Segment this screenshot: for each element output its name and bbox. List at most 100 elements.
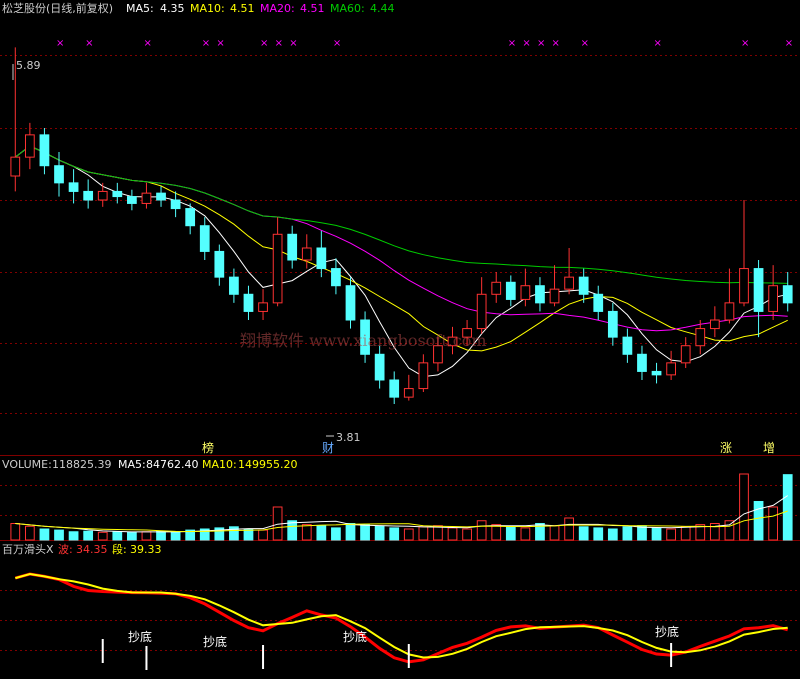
marker-cai: 财 xyxy=(322,441,334,455)
ma20-label: MA20: xyxy=(260,2,295,15)
candle-body xyxy=(578,276,589,295)
candle-body xyxy=(185,208,196,227)
candle-body xyxy=(651,370,662,376)
top-marker: × xyxy=(581,38,589,49)
volume-bar xyxy=(10,523,21,541)
candle-body xyxy=(403,388,414,398)
candle-body xyxy=(127,196,137,204)
volume-bar xyxy=(564,517,574,541)
candle-body xyxy=(374,353,385,381)
candle-body xyxy=(680,345,691,364)
ma5-label: MA5: xyxy=(126,2,154,15)
volume-bar xyxy=(258,529,268,541)
candle-body xyxy=(753,268,764,312)
candle-body xyxy=(39,134,50,167)
candle-body xyxy=(97,190,108,201)
volume-bar xyxy=(593,527,604,541)
indicator-lines xyxy=(14,572,789,670)
top-marker: × xyxy=(216,38,224,49)
stock-chart[interactable]: × × × × × × × × × × × × × × × × × 翔博软件 www.xiangbosoft.c… xyxy=(0,0,800,679)
candle-body xyxy=(549,288,560,304)
volume-ma5-value: 84762.40 xyxy=(146,458,199,471)
segment-value: 39.33 xyxy=(130,543,162,556)
candle-body xyxy=(695,328,706,347)
volume-bar xyxy=(680,526,691,541)
candle-body xyxy=(54,165,64,184)
marker-zeng: 增 xyxy=(763,441,775,455)
volume-bar xyxy=(316,525,327,541)
volume-bar xyxy=(505,526,516,541)
candle-body xyxy=(535,285,545,304)
signal-label-2: 抄底 xyxy=(203,634,227,649)
volume-bar xyxy=(462,528,472,541)
volume-ma5-label: MA5: xyxy=(118,458,146,471)
volume-bar xyxy=(491,524,502,541)
top-marker: × xyxy=(333,38,341,49)
volume-bar xyxy=(68,531,79,541)
candle-body xyxy=(272,233,283,304)
low-price-label: 3.81 xyxy=(336,431,361,444)
volume-bar xyxy=(24,525,35,541)
candle-body xyxy=(724,302,735,321)
top-marker: × xyxy=(537,38,545,49)
volume-bar xyxy=(739,473,749,541)
volume-bar xyxy=(403,528,414,541)
candle-body xyxy=(637,353,647,372)
volume-bar xyxy=(666,528,676,541)
top-marker: × xyxy=(143,38,151,49)
candle-body xyxy=(243,293,254,312)
candle-body xyxy=(622,336,633,355)
top-marker: × xyxy=(56,38,64,49)
ma60-value: 4.44 xyxy=(370,2,395,15)
candle-body xyxy=(199,225,210,252)
candle-body xyxy=(112,190,123,198)
candle-body xyxy=(10,156,21,177)
top-marker: × xyxy=(741,38,749,49)
volume-bar xyxy=(637,525,647,541)
candle-body xyxy=(768,285,779,312)
candle-body xyxy=(24,134,35,158)
ma5-value: 4.35 xyxy=(160,2,185,15)
volume-value: 118825.39 xyxy=(52,458,112,471)
watermark: 翔博软件 www.xiangbosoft.com xyxy=(240,331,487,350)
candle-body xyxy=(418,362,429,390)
top-marker: × xyxy=(202,38,210,49)
volume-bar xyxy=(753,501,764,541)
top-markers: × × × × × × × × × × × × × × × × × xyxy=(56,38,793,49)
volume-bar xyxy=(331,527,341,541)
signal-label-3: 抄底 xyxy=(343,629,367,644)
volume-bar xyxy=(418,526,429,541)
chart-title: 松芝股份(日线,前复权) xyxy=(2,1,113,15)
ma60-line xyxy=(14,145,788,284)
volume-bar xyxy=(549,525,560,541)
volume-bar xyxy=(127,531,137,541)
candle-body xyxy=(214,250,225,278)
candle-body xyxy=(491,281,502,295)
ma20-line xyxy=(14,145,788,332)
candle-body xyxy=(564,276,574,290)
volume-bar xyxy=(724,520,735,541)
candle-body xyxy=(607,310,618,338)
candle-body xyxy=(593,293,604,312)
volume-bar xyxy=(301,524,312,541)
volume-bar xyxy=(54,529,64,541)
volume-bar xyxy=(651,527,662,541)
indicator-name: 百万滑头X xyxy=(2,543,54,556)
volume-bar xyxy=(287,520,298,541)
top-marker: × xyxy=(508,38,516,49)
volume-bar xyxy=(622,526,633,541)
ma60-label: MA60: xyxy=(330,2,365,15)
volume-bar xyxy=(360,524,370,541)
volume-bar xyxy=(447,527,458,541)
grid xyxy=(0,55,800,651)
candlesticks xyxy=(10,47,793,404)
candle-body xyxy=(156,192,166,201)
volume-bar xyxy=(374,525,385,541)
candle-body xyxy=(287,233,298,261)
marker-zhang: 涨 xyxy=(720,440,732,455)
top-marker: × xyxy=(275,38,283,49)
top-marker: × xyxy=(260,38,268,49)
top-marker: × xyxy=(289,38,297,49)
signal-label-1: 抄底 xyxy=(128,629,152,644)
marker-bang: 榜 xyxy=(202,440,214,455)
